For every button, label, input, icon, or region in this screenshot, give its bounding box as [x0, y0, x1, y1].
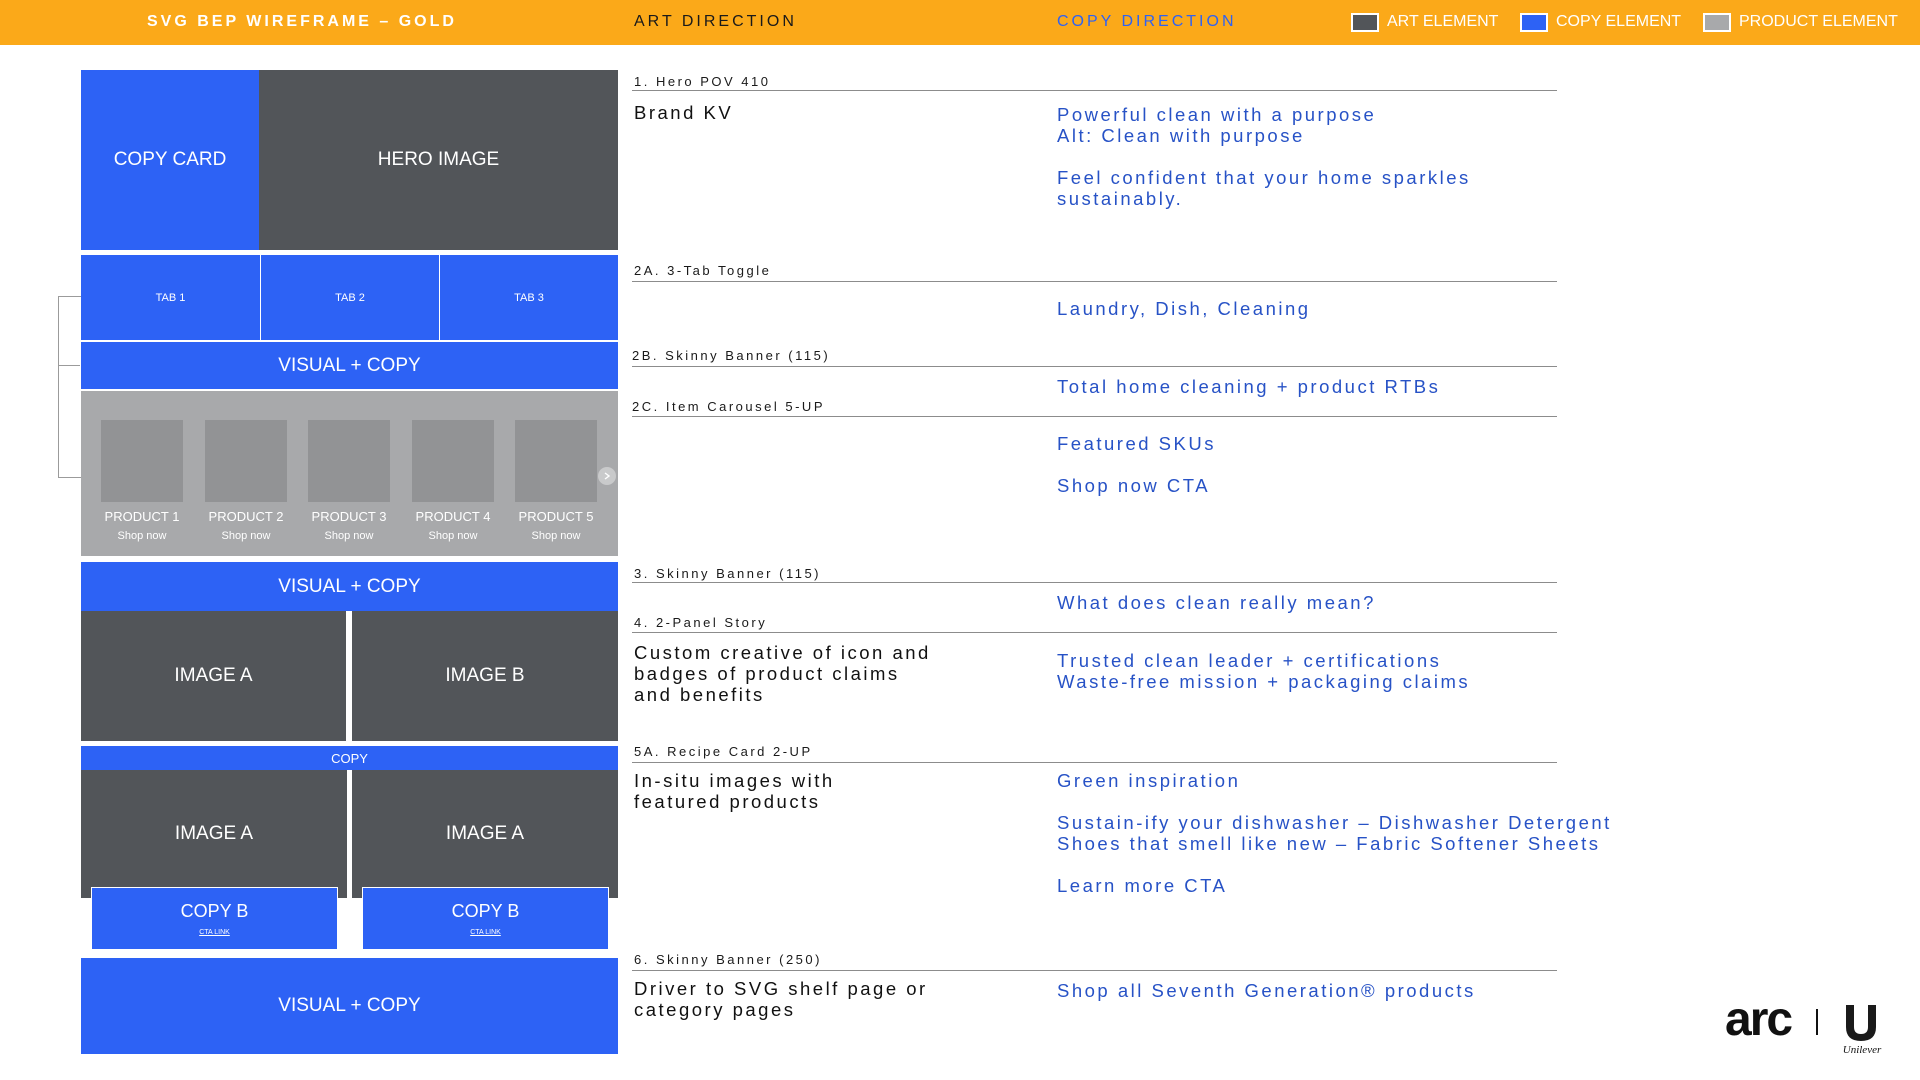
header-bar: SVG BEP WIREFRAME – GOLD ART DIRECTION C… [0, 0, 1920, 45]
section-3-copy: What does clean really mean? [1057, 592, 1376, 613]
unilever-u-icon [1846, 1005, 1876, 1041]
story-image-a: IMAGE A [81, 611, 346, 741]
recipe-copy-strip: COPY [81, 746, 618, 770]
section-5a-art: In-situ images with featured products [634, 770, 835, 812]
visual-copy-banner-2: VISUAL + COPY [81, 562, 618, 611]
tab-3: TAB 3 [440, 255, 618, 340]
section-1-copy: Powerful clean with a purpose Alt: Clean… [1057, 104, 1471, 209]
unilever-logo: Unilever [1838, 1003, 1886, 1056]
section-5a-copy: Green inspiration Sustain-ify your dishw… [1057, 770, 1612, 896]
cta-link-1[interactable]: CTA LINK [199, 929, 230, 936]
tab-connector-mid [58, 365, 80, 366]
product-5-name: PRODUCT 5 [518, 509, 594, 524]
hero-image: HERO IMAGE [259, 70, 618, 250]
section-2a-divider [632, 281, 1557, 282]
section-5a-label: 5A. Recipe Card 2-UP [634, 744, 813, 759]
legend-art-label: ART ELEMENT [1387, 13, 1499, 30]
recipe-copy-card-2: COPY B CTA LINK [362, 887, 609, 950]
section-2c-copy: Featured SKUs Shop now CTA [1057, 433, 1216, 496]
section-4-label: 4. 2-Panel Story [634, 615, 768, 630]
section-6-label: 6. Skinny Banner (250) [634, 952, 822, 967]
section-2a-label: 2A. 3-Tab Toggle [634, 263, 772, 278]
section-6-art: Driver to SVG shelf page or category pag… [634, 978, 928, 1020]
tab-connector [58, 296, 81, 478]
art-direction-heading: ART DIRECTION [634, 13, 797, 30]
product-carousel: PRODUCT 1 PRODUCT 2 PRODUCT 3 PRODUCT 4 … [81, 391, 618, 556]
section-4-divider [632, 632, 1557, 633]
section-2c-divider [632, 416, 1557, 417]
legend-copy-label: COPY ELEMENT [1556, 13, 1682, 30]
copy-direction-heading: COPY DIRECTION [1057, 13, 1237, 30]
tab-2: TAB 2 [261, 255, 439, 340]
recipe-image-2: IMAGE A [352, 770, 618, 898]
section-1-art: Brand KV [634, 102, 734, 123]
copy-card: COPY CARD [81, 70, 259, 250]
product-4-shop-link[interactable]: Shop now [403, 530, 503, 542]
legend-art-swatch [1351, 12, 1379, 32]
section-5a-divider [632, 762, 1557, 763]
carousel-next-icon[interactable] [598, 467, 616, 485]
product-1-image [101, 420, 183, 502]
section-1-label: 1. Hero POV 410 [634, 74, 771, 89]
section-2a-copy: Laundry, Dish, Cleaning [1057, 298, 1311, 319]
section-2b-copy: Total home cleaning + product RTBs [1057, 376, 1441, 397]
product-2-name: PRODUCT 2 [208, 509, 284, 524]
section-4-art: Custom creative of icon and badges of pr… [634, 642, 931, 705]
section-3-label: 3. Skinny Banner (115) [634, 566, 821, 581]
logo-divider [1816, 1009, 1818, 1035]
section-3-divider [632, 582, 1557, 583]
legend-art-element: ART ELEMENT [1351, 12, 1498, 32]
section-4-copy: Trusted clean leader + certifications Wa… [1057, 650, 1471, 692]
product-2-shop-link[interactable]: Shop now [196, 530, 296, 542]
product-3-name: PRODUCT 3 [311, 509, 387, 524]
product-5-shop-link[interactable]: Shop now [506, 530, 606, 542]
story-image-b: IMAGE B [352, 611, 618, 741]
section-2b-divider [632, 366, 1557, 367]
product-3-shop-link[interactable]: Shop now [299, 530, 399, 542]
cta-link-2[interactable]: CTA LINK [470, 929, 501, 936]
section-2c-label: 2C. Item Carousel 5-UP [632, 399, 825, 414]
recipe-copy-card-1: COPY B CTA LINK [91, 887, 338, 950]
tab-1: TAB 1 [81, 255, 260, 340]
section-1-divider [632, 90, 1557, 91]
copy-b-1-label: COPY B [180, 901, 249, 921]
product-3-image [308, 420, 390, 502]
product-5-image [515, 420, 597, 502]
legend-copy-element: COPY ELEMENT [1520, 12, 1681, 32]
product-4-name: PRODUCT 4 [415, 509, 491, 524]
legend-product-label: PRODUCT ELEMENT [1739, 13, 1898, 30]
visual-copy-banner-1: VISUAL + COPY [81, 342, 618, 389]
product-1-shop-link[interactable]: Shop now [92, 530, 192, 542]
unilever-wordmark: Unilever [1842, 1044, 1882, 1056]
legend-copy-swatch [1520, 12, 1548, 32]
section-2b-label: 2B. Skinny Banner (115) [632, 348, 831, 363]
copy-b-2-label: COPY B [451, 901, 520, 921]
section-6-copy: Shop all Seventh Generation® products [1057, 980, 1476, 1001]
section-6-divider [632, 970, 1557, 971]
arc-logo: arc [1725, 993, 1793, 1046]
product-2-image [205, 420, 287, 502]
visual-copy-banner-3: VISUAL + COPY [81, 958, 618, 1054]
legend-product-element: PRODUCT ELEMENT [1703, 12, 1898, 32]
recipe-image-1: IMAGE A [81, 770, 347, 898]
legend-product-swatch [1703, 12, 1731, 32]
product-4-image [412, 420, 494, 502]
wireframe-title: SVG BEP WIREFRAME – GOLD [147, 13, 457, 30]
product-1-name: PRODUCT 1 [104, 509, 180, 524]
